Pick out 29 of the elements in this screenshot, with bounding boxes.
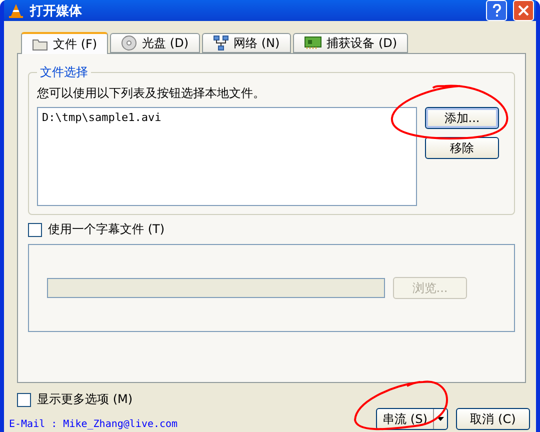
checkbox-label: 显示更多选项 (M) (37, 391, 133, 408)
stream-button[interactable]: 串流 (S) (377, 409, 433, 429)
checkbox-label: 使用一个字幕文件 (T) (48, 221, 165, 238)
expansion-card-icon (304, 36, 322, 50)
group-title: 文件选择 (39, 64, 89, 81)
tab[interactable]: 光盘 (D) (110, 33, 200, 53)
window-title: 打开媒体 (30, 2, 83, 20)
question-mark-icon (492, 4, 502, 17)
checkbox[interactable] (28, 222, 42, 236)
checkbox[interactable] (17, 392, 31, 406)
file-list-item[interactable]: D:\tmp\sample1.avi (42, 111, 412, 124)
disc-icon (121, 35, 138, 51)
dropdown-button[interactable] (433, 409, 447, 429)
tab[interactable]: 捕获设备 (D) (292, 33, 408, 53)
close-button[interactable] (513, 0, 534, 21)
close-icon (518, 5, 529, 16)
traffic-cone-icon (8, 2, 24, 18)
folder-icon (32, 38, 48, 50)
help-button[interactable] (486, 0, 507, 21)
instruction-text: 您可以使用以下列表及按钮选择本地文件。 (37, 85, 266, 102)
dialog-button[interactable]: 移除 (425, 137, 499, 159)
cancel-button[interactable]: 取消 (C) (456, 408, 530, 430)
email-link[interactable]: E-Mail : Mike_Zhang@live.com (9, 419, 178, 430)
tab[interactable]: 网络 (N) (202, 33, 291, 53)
dialog-button[interactable]: 添加... (425, 107, 499, 129)
tab[interactable]: 文件 (F) (21, 32, 108, 54)
network-icon (212, 35, 229, 51)
caret-icon (437, 417, 444, 421)
file-list[interactable]: D:\tmp\sample1.avi (37, 107, 417, 206)
